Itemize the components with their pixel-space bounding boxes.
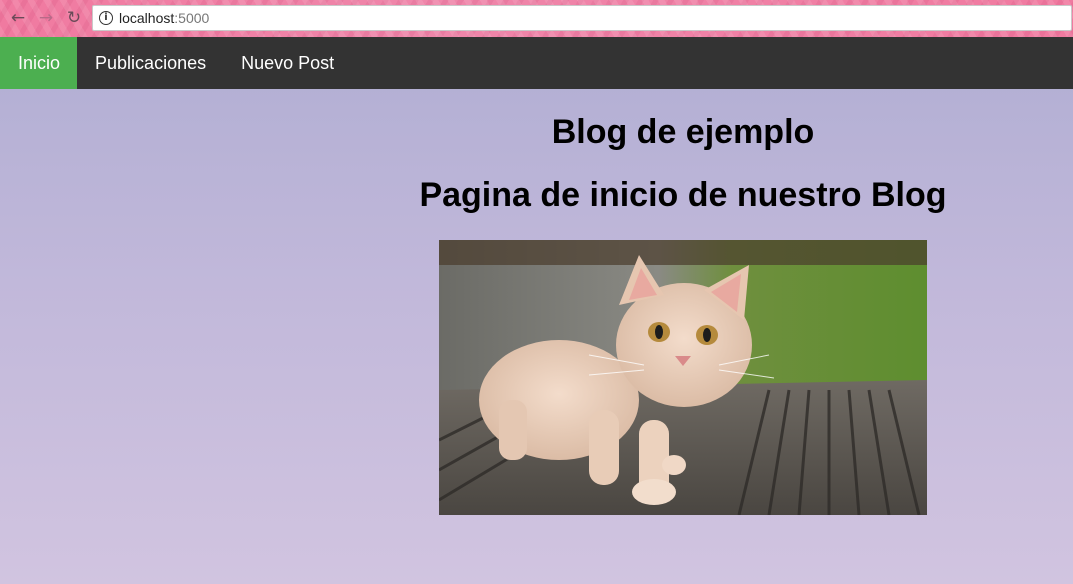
browser-toolbar: ← → ↻ i localhost:5000 [0,0,1073,37]
back-arrow-icon[interactable]: ← [7,7,29,29]
top-navbar: Inicio Publicaciones Nuevo Post [0,37,1073,89]
address-bar[interactable]: i localhost:5000 [92,5,1072,31]
page: Inicio Publicaciones Nuevo Post Blog de … [0,37,1073,584]
nav-item-publicaciones[interactable]: Publicaciones [77,37,223,89]
info-icon[interactable]: i [99,11,113,25]
nav-item-nuevo-post[interactable]: Nuevo Post [223,37,351,89]
reload-icon[interactable]: ↻ [63,7,85,29]
page-title: Blog de ejemplo [551,113,815,151]
kitten-photo [439,240,927,515]
nav-item-inicio[interactable]: Inicio [0,37,78,89]
url-host: localhost [119,10,175,26]
page-subtitle: Pagina de inicio de nuestro Blog [419,176,947,214]
url-port: :5000 [174,10,210,26]
forward-arrow-icon[interactable]: → [35,7,57,29]
